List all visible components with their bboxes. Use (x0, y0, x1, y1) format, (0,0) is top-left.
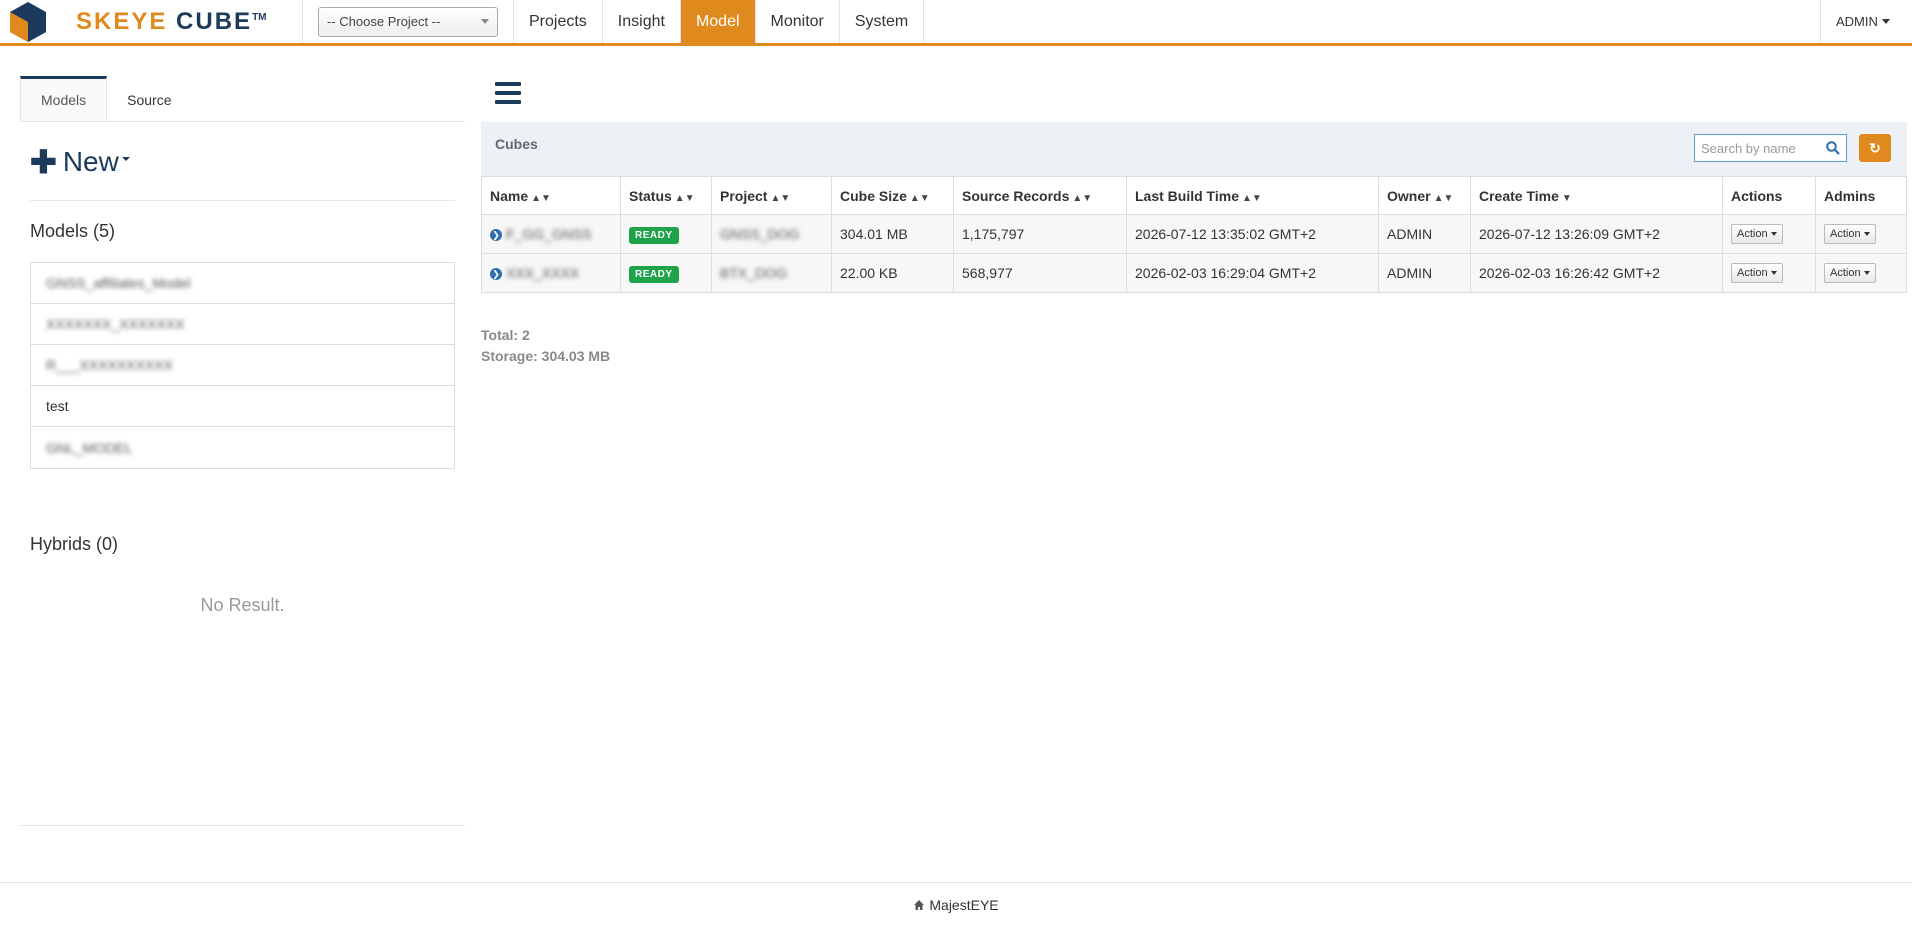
sort-icon: ▲▼ (909, 192, 930, 204)
model-item[interactable]: test (31, 386, 454, 427)
table-row[interactable]: ❯ XXX_XXXX READY BTX_DOG 22.00 KB 568,977… (481, 253, 1907, 293)
nav-insight[interactable]: Insight (603, 0, 681, 43)
model-item[interactable]: GNSS_affiliates_Model (31, 263, 454, 304)
menu-toggle-icon[interactable] (495, 82, 521, 104)
footer-link[interactable]: MajestEYE (929, 897, 998, 913)
storage-total: Storage: 304.03 MB (481, 348, 611, 364)
refresh-button[interactable]: ↻ (1859, 134, 1891, 162)
action-button[interactable]: Action (1731, 224, 1783, 244)
col-actions: Actions (1722, 176, 1816, 215)
chevron-down-icon (1770, 271, 1777, 275)
expand-icon[interactable]: ❯ (490, 229, 502, 242)
new-button[interactable]: ✚ New (30, 142, 465, 182)
sort-icon: ▲▼ (531, 192, 551, 204)
model-item[interactable]: R___XXXXXXXXXX (31, 345, 454, 386)
chevron-down-icon (481, 19, 489, 24)
nav-monitor[interactable]: Monitor (756, 0, 840, 43)
models-sidebar: Models Source ✚ New Models (5) GNSS_affi… (20, 76, 465, 826)
col-create-time[interactable]: Create Time ▼ (1470, 176, 1723, 215)
nav-projects[interactable]: Projects (514, 0, 603, 43)
home-icon (914, 900, 925, 910)
status-badge: READY (629, 226, 679, 244)
project-select[interactable]: -- Choose Project -- (318, 6, 498, 37)
expand-icon[interactable]: ❯ (490, 268, 502, 281)
admin-action-button[interactable]: Action (1824, 224, 1876, 244)
col-last-build-time[interactable]: Last Build Time ▲▼ (1126, 176, 1379, 215)
search-input[interactable]: Search by name (1694, 134, 1847, 162)
col-owner[interactable]: Owner ▲▼ (1378, 176, 1471, 215)
tab-source[interactable]: Source (107, 76, 191, 121)
chevron-down-icon (1863, 271, 1870, 275)
col-source-records[interactable]: Source Records ▲▼ (953, 176, 1127, 215)
tab-models[interactable]: Models (20, 76, 108, 121)
table-row[interactable]: ❯ F_GG_GNSS READY GNSS_DOG 304.01 MB 1,17… (481, 214, 1907, 254)
sort-icon: ▲▼ (1072, 192, 1093, 204)
nav-system[interactable]: System (840, 0, 925, 43)
model-item[interactable]: GNL_MODEL (31, 427, 454, 468)
chevron-down-icon (1863, 232, 1870, 236)
no-result-text: No Result. (200, 595, 285, 615)
chevron-down-icon (1881, 19, 1890, 24)
refresh-icon: ↻ (1869, 139, 1881, 156)
sidebar-tabs: Models Source (20, 76, 465, 122)
divider (30, 200, 455, 201)
brand-name: SKEYE CUBETM (76, 7, 267, 35)
chevron-down-icon (1770, 232, 1777, 236)
sort-icon: ▲▼ (770, 192, 791, 204)
sort-icon: ▲▼ (1433, 192, 1454, 204)
status-badge: READY (629, 265, 679, 283)
col-name[interactable]: Name ▲▼ (481, 176, 621, 215)
plus-icon: ✚ (30, 144, 57, 180)
col-status[interactable]: Status ▲▼ (620, 176, 712, 215)
model-list: GNSS_affiliates_Model XXXXXXX_XXXXXXX R_… (30, 262, 455, 469)
search-icon[interactable] (1826, 141, 1840, 155)
nav-model[interactable]: Model (680, 0, 756, 43)
col-cube-size[interactable]: Cube Size ▲▼ (831, 176, 954, 215)
sort-desc-icon: ▼ (1561, 192, 1572, 204)
sort-icon: ▲▼ (674, 192, 695, 204)
cube-logo-icon (10, 1, 46, 42)
cube-totals: Total: 2 Storage: 304.03 MB (481, 325, 610, 367)
cubes-title: Cubes (495, 136, 538, 152)
footer: MajestEYE (0, 882, 1912, 927)
models-title: Models (5) (30, 221, 116, 241)
hybrids-title: Hybrids (0) (30, 534, 119, 554)
sort-icon: ▲▼ (1241, 192, 1262, 204)
col-admins: Admins (1815, 176, 1907, 215)
cubes-table: Name ▲▼ Status ▲▼ Project ▲▼ Cube Size ▲▼ So… (481, 176, 1907, 293)
col-project[interactable]: Project ▲▼ (711, 176, 832, 215)
chevron-down-icon (121, 157, 130, 161)
top-navbar: SKEYE CUBETM -- Choose Project -- Projec… (0, 0, 1912, 46)
cubes-header: Cubes Search by name ↻ (481, 122, 1907, 176)
brand[interactable]: SKEYE CUBETM (0, 0, 303, 43)
table-header-row: Name ▲▼ Status ▲▼ Project ▲▼ Cube Size ▲▼ So… (481, 176, 1907, 215)
admin-action-button[interactable]: Action (1824, 263, 1876, 283)
action-button[interactable]: Action (1731, 263, 1783, 283)
model-item[interactable]: XXXXXXX_XXXXXXX (31, 304, 454, 345)
user-menu[interactable]: ADMIN (1820, 0, 1912, 43)
total-count: Total: 2 (481, 327, 530, 343)
